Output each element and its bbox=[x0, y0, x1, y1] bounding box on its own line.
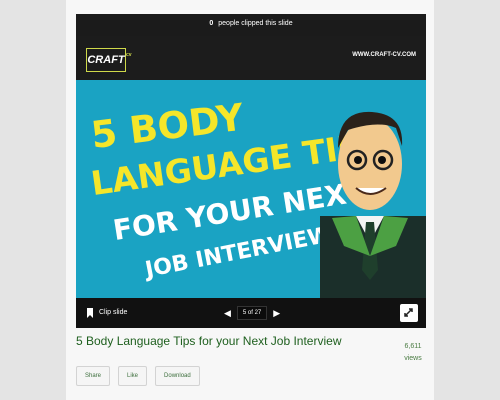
clip-count-number: 0 bbox=[209, 20, 214, 27]
share-button[interactable]: Share bbox=[76, 366, 111, 386]
views-count: 6,611 views bbox=[398, 341, 428, 365]
next-arrow-icon[interactable]: ▶ bbox=[273, 305, 280, 321]
clip-slide-button[interactable]: Clip slide bbox=[86, 306, 127, 320]
expand-icon bbox=[404, 308, 413, 317]
clip-slide-label: Clip slide bbox=[99, 309, 128, 316]
page-indicator: 5 of 27 bbox=[236, 306, 268, 320]
views-label: views bbox=[404, 355, 422, 362]
clip-icon bbox=[87, 308, 93, 318]
clip-count: 0 people clipped this slide bbox=[76, 14, 426, 36]
presentation-title[interactable]: 5 Body Language Tips for your Next Job I… bbox=[76, 334, 376, 349]
prev-arrow-icon[interactable]: ◀ bbox=[224, 305, 231, 321]
views-number: 6,611 bbox=[404, 343, 422, 350]
player-controls: Clip slide ◀ 5 of 27 ▶ bbox=[76, 298, 426, 328]
clip-count-text: people clipped this slide bbox=[218, 20, 293, 27]
fullscreen-button[interactable] bbox=[400, 304, 418, 322]
slide-image: CRAFT cv WWW.CRAFT-CV.COM 5 BODY LANGUAG… bbox=[76, 36, 426, 312]
slide-pager: ◀ 5 of 27 ▶ bbox=[224, 305, 280, 321]
slideshow-player: 0 people clipped this slide CRAFT cv WWW… bbox=[76, 14, 426, 328]
businessman-illustration bbox=[320, 111, 426, 312]
action-buttons: Share Like Download bbox=[76, 366, 200, 386]
download-button[interactable]: Download bbox=[155, 366, 200, 386]
like-button[interactable]: Like bbox=[118, 366, 148, 386]
